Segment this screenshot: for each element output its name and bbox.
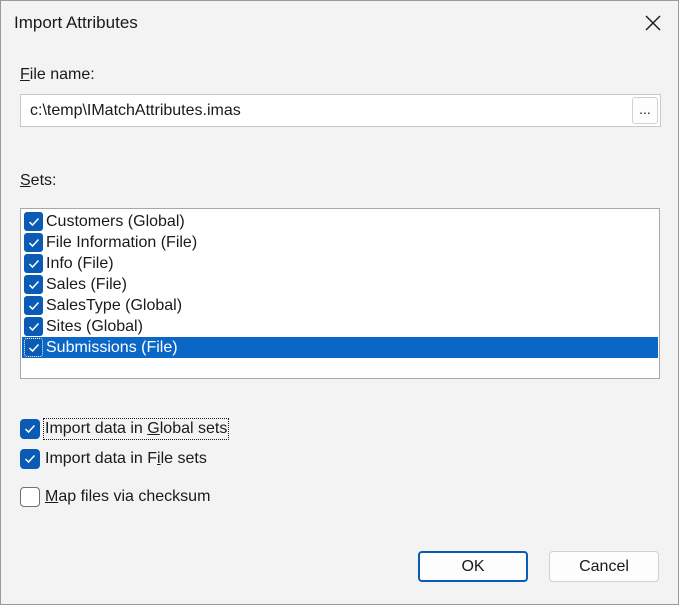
import-global-sets-label: Import data in Global sets [42,418,230,440]
set-checkbox[interactable] [24,275,43,294]
ok-button[interactable]: OK [418,551,528,582]
map-via-checksum-checkbox[interactable] [20,487,40,507]
window-title: Import Attributes [14,13,138,32]
set-label: Sites (Global) [46,317,143,335]
set-checkbox[interactable] [24,338,43,357]
checkmark-icon [24,424,36,434]
checkmark-icon [28,301,39,310]
close-button[interactable] [638,9,668,37]
set-item-selected[interactable]: Submissions (File) [22,337,658,358]
map-via-checksum-label: Map files via checksum [45,488,211,505]
set-item[interactable]: Customers (Global) [22,211,658,232]
set-checkbox[interactable] [24,317,43,336]
sets-list[interactable]: Customers (Global) File Information (Fil… [20,208,660,379]
set-label: Customers (Global) [46,212,185,230]
set-checkbox[interactable] [24,296,43,315]
import-file-sets-checkbox[interactable] [20,449,40,469]
checkmark-icon [28,322,39,331]
file-name-field[interactable]: c:\temp\IMatchAttributes.imas ... [20,94,661,127]
import-file-sets-option[interactable]: Import data in File sets [20,448,207,470]
checkmark-icon [28,238,39,247]
import-global-sets-checkbox[interactable] [20,419,40,439]
set-item[interactable]: SalesType (Global) [22,295,658,316]
file-name-value: c:\temp\IMatchAttributes.imas [30,102,241,119]
checkmark-icon [28,217,39,226]
import-file-sets-label: Import data in File sets [45,450,207,467]
checkmark-icon [28,343,39,352]
cancel-button[interactable]: Cancel [549,551,659,582]
map-via-checksum-option[interactable]: Map files via checksum [20,486,210,508]
set-label: File Information (File) [46,233,198,251]
checkmark-icon [28,280,39,289]
set-label: Submissions (File) [46,338,178,356]
set-label: SalesType (Global) [46,296,183,314]
set-checkbox[interactable] [24,233,43,252]
set-item[interactable]: File Information (File) [22,232,658,253]
checkmark-icon [28,259,39,268]
browse-button[interactable]: ... [632,97,658,124]
set-checkbox[interactable] [24,212,43,231]
set-label: Sales (File) [46,275,127,293]
set-label: Info (File) [46,254,114,272]
set-checkbox[interactable] [24,254,43,273]
set-item[interactable]: Sales (File) [22,274,658,295]
set-item[interactable]: Sites (Global) [22,316,658,337]
set-item[interactable]: Info (File) [22,253,658,274]
import-global-sets-option[interactable]: Import data in Global sets [20,418,230,440]
import-attributes-dialog: Import Attributes File name: c:\temp\IMa… [0,0,679,605]
sets-label: Sets: [20,172,57,189]
close-icon [645,15,661,31]
checkmark-icon [24,454,36,464]
title-bar: Import Attributes [1,1,678,45]
file-name-label: File name: [20,66,95,83]
